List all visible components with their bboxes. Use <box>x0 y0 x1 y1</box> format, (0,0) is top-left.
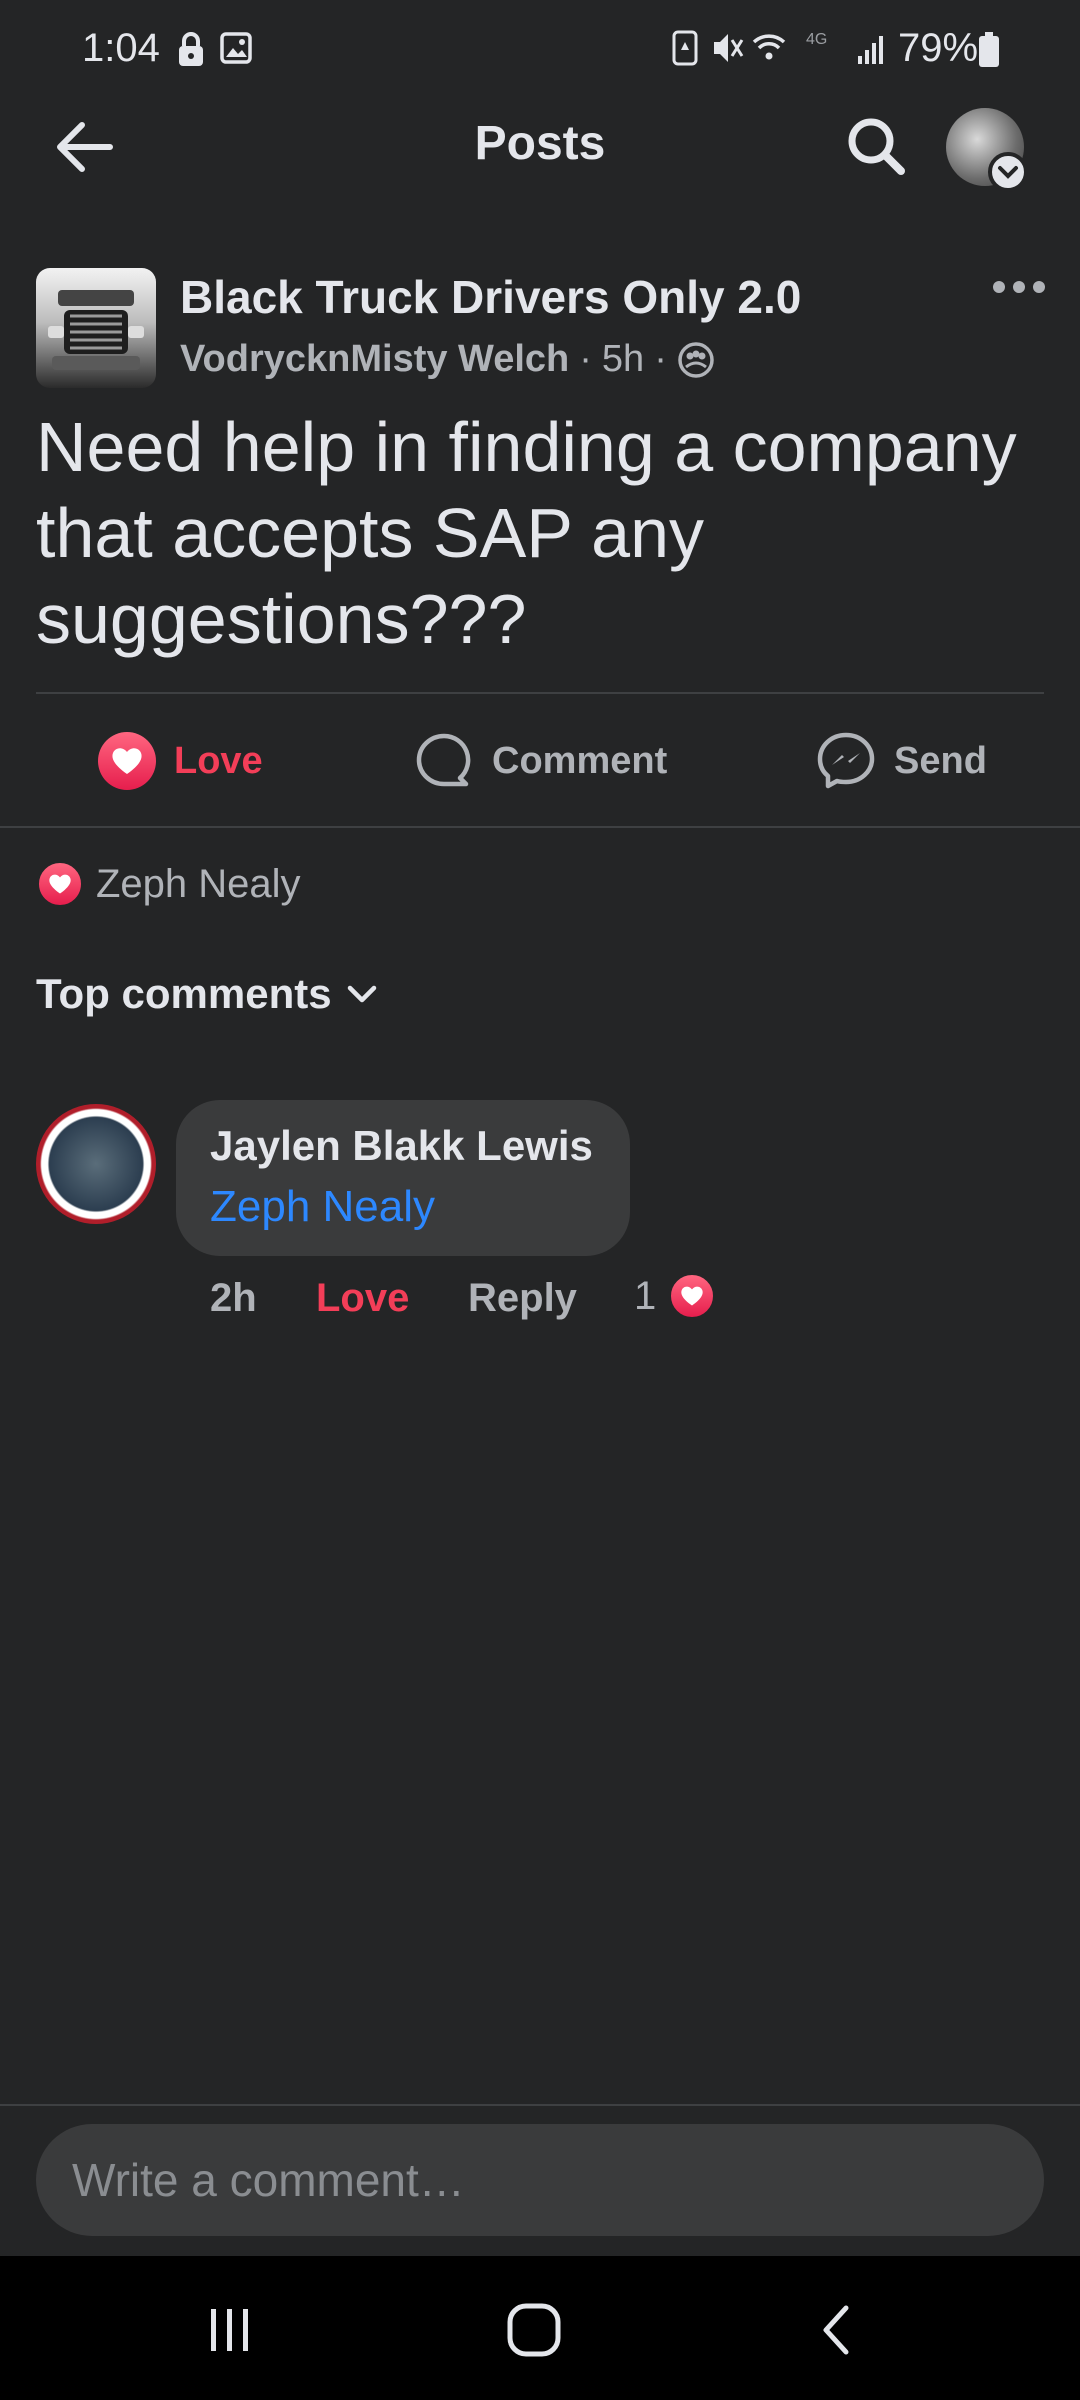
home-button[interactable] <box>494 2290 574 2370</box>
battery-icon <box>978 32 1000 73</box>
heart-icon <box>98 732 156 790</box>
battery-percentage: 79% <box>898 26 979 70</box>
comment-love-button[interactable]: Love <box>316 1276 409 1321</box>
divider <box>0 826 1080 828</box>
meta-separator: · <box>654 338 667 380</box>
back-button[interactable] <box>44 112 124 182</box>
search-icon <box>848 118 905 175</box>
comment-reaction-count[interactable]: 1 <box>634 1274 656 1319</box>
messenger-icon <box>817 732 875 789</box>
comment-mention-link[interactable]: Zeph Nealy <box>210 1182 435 1232</box>
status-time: 1:04 <box>82 26 160 70</box>
more-horizontal-icon <box>993 281 1045 293</box>
comment-label: Comment <box>492 739 668 782</box>
send-label: Send <box>894 739 987 782</box>
post-text: Need help in finding a company that acce… <box>36 408 1017 658</box>
love-label: Love <box>174 739 263 782</box>
reactions-summary[interactable]: Zeph Nealy <box>36 856 301 912</box>
recent-apps-button[interactable] <box>190 2290 270 2370</box>
group-avatar[interactable] <box>36 268 156 388</box>
status-icons: 4G <box>670 28 890 73</box>
heart-icon[interactable] <box>668 1272 716 1320</box>
comment-time[interactable]: 2h <box>210 1276 257 1321</box>
commenter-avatar[interactable] <box>36 1104 156 1224</box>
wifi-icon <box>752 34 786 60</box>
image-icon <box>220 32 252 69</box>
signal-icon <box>858 36 883 64</box>
chevron-down-icon[interactable] <box>988 152 1028 192</box>
send-button[interactable]: Send <box>816 726 987 796</box>
lock-icon <box>176 32 206 73</box>
post-time[interactable]: 5h <box>602 338 644 381</box>
divider <box>36 692 1044 694</box>
post-author[interactable]: VodrycknMisty Welch <box>180 338 569 381</box>
recent-apps-icon <box>211 2309 248 2351</box>
group-members-icon <box>678 341 714 378</box>
search-button[interactable] <box>836 106 916 186</box>
love-button[interactable]: Love <box>98 726 263 796</box>
page-title: Posts <box>474 117 606 170</box>
comment-button[interactable]: Comment <box>414 726 667 796</box>
home-icon <box>507 2303 561 2357</box>
svg-text:4G: 4G <box>806 31 827 48</box>
group-name[interactable]: Black Truck Drivers Only 2.0 <box>180 270 801 324</box>
comment-filter-label: Top comments <box>36 970 332 1017</box>
meta-separator: · <box>579 338 592 380</box>
post-meta: VodrycknMisty Welch · 5h · <box>180 338 715 381</box>
battery-saver-icon <box>672 30 698 66</box>
system-back-button[interactable] <box>796 2290 876 2370</box>
comment-author[interactable]: Jaylen Blakk Lewis <box>210 1122 593 1170</box>
back-icon <box>823 2305 849 2355</box>
chevron-down-icon <box>347 985 376 1003</box>
arrow-left-icon <box>57 122 113 172</box>
comment-icon <box>416 733 471 787</box>
comment-reply-button[interactable]: Reply <box>468 1276 577 1321</box>
comment-input[interactable] <box>36 2124 1044 2236</box>
comment-filter-dropdown[interactable]: Top comments <box>36 970 378 1018</box>
more-options-button[interactable] <box>984 262 1054 312</box>
mute-icon <box>714 34 744 62</box>
reactor-name: Zeph Nealy <box>96 861 301 906</box>
heart-icon <box>36 860 84 908</box>
